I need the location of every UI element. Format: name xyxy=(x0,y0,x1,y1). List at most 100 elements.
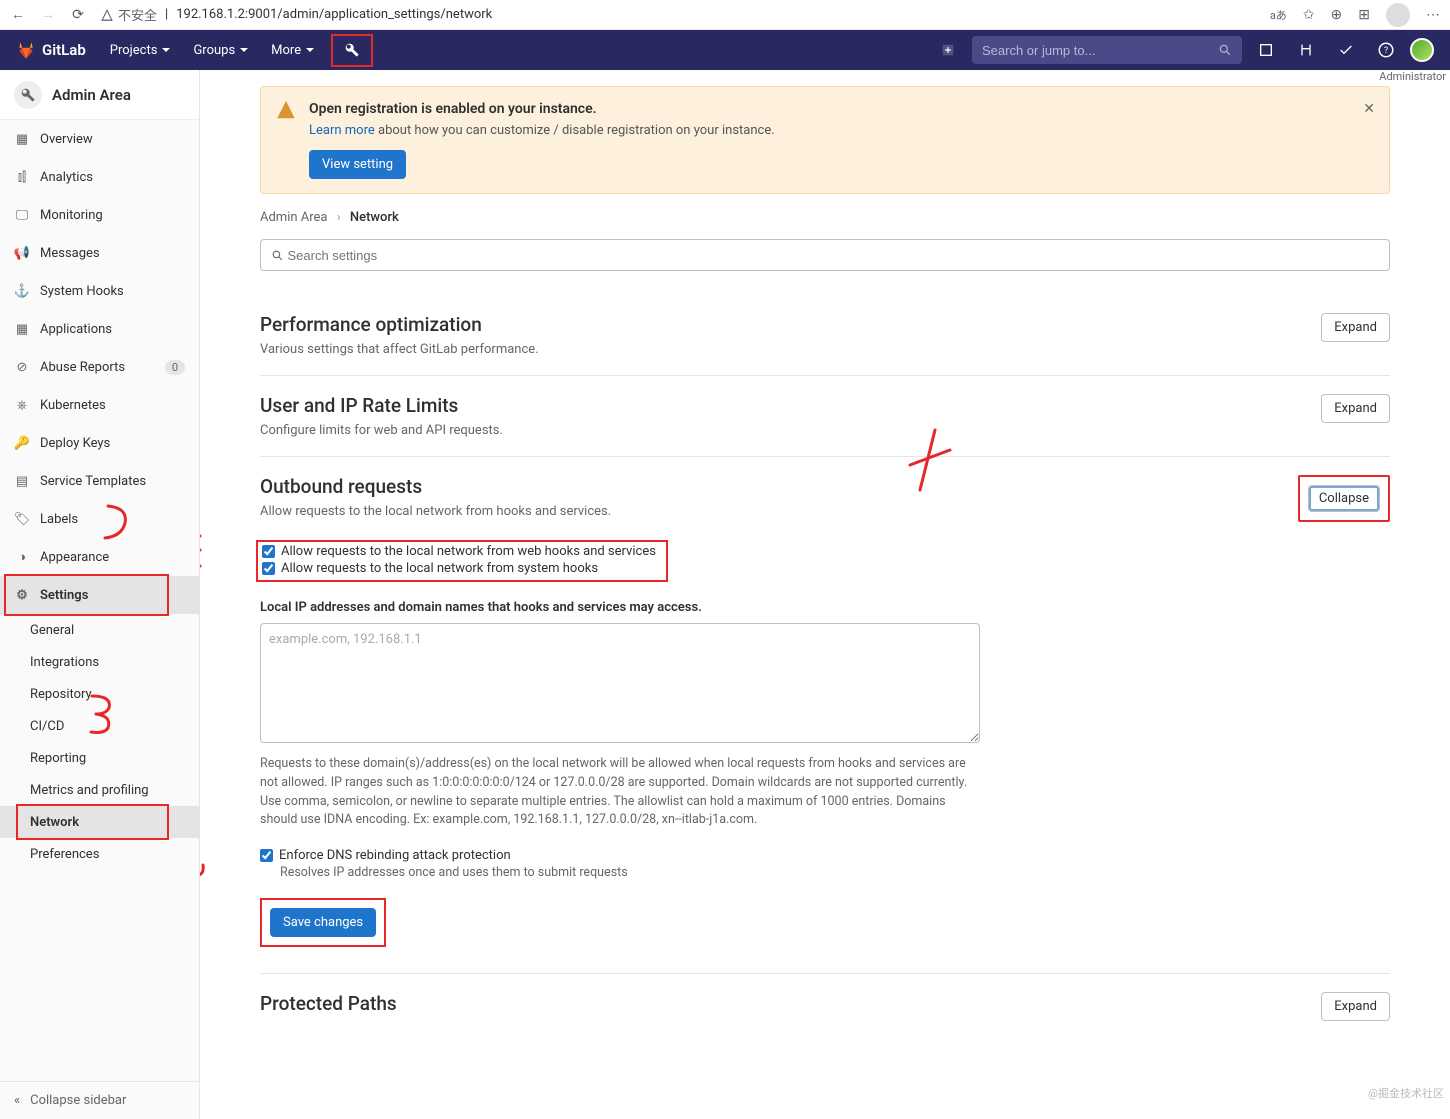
dns-rebinding-label: Enforce DNS rebinding attack protection xyxy=(279,848,511,863)
nav-projects[interactable]: Projects xyxy=(100,30,182,70)
sidebar-item-overview[interactable]: ▦Overview xyxy=(0,120,199,158)
help-icon[interactable]: ? xyxy=(1370,34,1402,66)
section-performance: Performance optimization Various setting… xyxy=(260,295,1390,376)
expand-protected-paths-button[interactable]: Expand xyxy=(1321,992,1390,1021)
allowlist-textarea[interactable] xyxy=(260,623,980,743)
profile-avatar[interactable] xyxy=(1386,3,1410,27)
learn-more-link[interactable]: Learn more xyxy=(309,123,375,138)
back-button[interactable]: ← xyxy=(10,7,26,23)
brand-link[interactable]: GitLab xyxy=(16,40,86,60)
sidebar-item-kubernetes[interactable]: ⎈Kubernetes xyxy=(0,386,199,424)
section-protected-paths: Protected Paths Expand xyxy=(260,974,1390,1039)
chevron-right-icon: › xyxy=(337,210,341,225)
sidebar-sub-reporting[interactable]: Reporting xyxy=(0,742,199,774)
sidebar-title: Admin Area xyxy=(52,86,131,104)
collapse-annotation-box: Collapse xyxy=(1298,475,1390,522)
admin-wrench-button[interactable] xyxy=(331,34,373,67)
save-annotation-box: Save changes xyxy=(260,898,386,947)
view-setting-button[interactable]: View setting xyxy=(309,150,406,179)
sidebar-header[interactable]: Admin Area xyxy=(0,70,199,120)
search-icon xyxy=(1218,43,1232,57)
section-desc: Allow requests to the local network from… xyxy=(260,504,1298,519)
apps-icon: ▦ xyxy=(14,321,30,337)
nav-groups[interactable]: Groups xyxy=(183,30,259,70)
sidebar-item-analytics[interactable]: ⫾⫿Analytics xyxy=(0,158,199,196)
sidebar-item-applications[interactable]: ▦Applications xyxy=(0,310,199,348)
breadcrumb-current: Network xyxy=(350,210,399,225)
admin-sidebar: Admin Area ▦Overview ⫾⫿Analytics 🖵Monito… xyxy=(0,70,200,1119)
address-bar[interactable]: 不安全 | 192.168.1.2:9001/admin/application… xyxy=(100,5,1256,24)
sidebar-item-system-hooks[interactable]: ⚓System Hooks xyxy=(0,272,199,310)
sidebar-sub-cicd[interactable]: CI/CD xyxy=(0,710,199,742)
warning-icon xyxy=(277,101,295,119)
alert-title: Open registration is enabled on your ins… xyxy=(309,101,597,117)
alert-close-button[interactable]: ✕ xyxy=(1363,101,1375,117)
collections-icon[interactable]: ⊕ xyxy=(1331,7,1343,23)
reload-button[interactable]: ⟳ xyxy=(70,7,86,23)
section-title: Outbound requests xyxy=(260,475,1298,498)
sidebar-sub-repository[interactable]: Repository xyxy=(0,678,199,710)
chevron-left-icon: « xyxy=(14,1093,20,1108)
browser-toolbar: ← → ⟳ 不安全 | 192.168.1.2:9001/admin/appli… xyxy=(0,0,1450,30)
allowlist-label: Local IP addresses and domain names that… xyxy=(260,600,980,615)
wrench-icon xyxy=(20,87,36,103)
gitlab-topbar: GitLab Projects Groups More ? Administra… xyxy=(0,30,1450,70)
expand-rate-limits-button[interactable]: Expand xyxy=(1321,394,1390,423)
collapse-outbound-button[interactable]: Collapse xyxy=(1308,485,1380,512)
sidebar-item-service-templates[interactable]: ▤Service Templates xyxy=(0,462,199,500)
global-search[interactable] xyxy=(972,36,1242,64)
sidebar-item-labels[interactable]: 🏷Labels xyxy=(0,500,199,538)
sidebar-item-deploy-keys[interactable]: 🔑Deploy Keys xyxy=(0,424,199,462)
collapse-sidebar-button[interactable]: «Collapse sidebar xyxy=(0,1081,199,1119)
sidebar-item-monitoring[interactable]: 🖵Monitoring xyxy=(0,196,199,234)
section-title: Performance optimization xyxy=(260,313,1301,336)
nav-more[interactable]: More xyxy=(261,30,325,70)
allow-webhooks-checkbox[interactable] xyxy=(262,545,275,558)
user-avatar[interactable] xyxy=(1410,38,1434,62)
extensions-icon[interactable]: ⊞ xyxy=(1358,7,1370,23)
allow-system-hooks-label: Allow requests to the local network from… xyxy=(281,561,598,576)
dns-rebinding-checkbox[interactable] xyxy=(260,849,273,862)
search-settings-input[interactable] xyxy=(287,248,1379,263)
sidebar-item-settings[interactable]: ⚙Settings xyxy=(0,576,199,614)
sidebar-item-appearance[interactable]: ◑Appearance xyxy=(0,538,199,576)
section-title: Protected Paths xyxy=(260,992,1301,1015)
search-settings-box[interactable] xyxy=(260,239,1390,271)
search-input[interactable] xyxy=(982,43,1218,58)
merge-requests-icon[interactable] xyxy=(1290,34,1322,66)
new-dropdown[interactable] xyxy=(932,34,964,66)
appearance-icon: ◑ xyxy=(14,549,30,565)
sidebar-sub-metrics[interactable]: Metrics and profiling xyxy=(0,774,199,806)
watermark: @掘金技术社区 xyxy=(1368,1085,1444,1101)
gitlab-logo-icon xyxy=(16,40,36,60)
issues-icon[interactable] xyxy=(1250,34,1282,66)
tag-icon: 🏷 xyxy=(14,511,30,527)
breadcrumb-root[interactable]: Admin Area xyxy=(260,210,328,225)
allow-system-hooks-checkbox[interactable] xyxy=(262,562,275,575)
broadcast-icon: 📢 xyxy=(14,245,30,261)
forward-button[interactable]: → xyxy=(40,7,56,23)
expand-performance-button[interactable]: Expand xyxy=(1321,313,1390,342)
more-icon[interactable]: ⋯ xyxy=(1426,7,1440,23)
sidebar-sub-preferences[interactable]: Preferences xyxy=(0,838,199,870)
save-changes-button[interactable]: Save changes xyxy=(270,908,376,937)
wrench-icon xyxy=(344,42,360,58)
alert-text: about how you can customize / disable re… xyxy=(375,123,775,138)
sidebar-sub-integrations[interactable]: Integrations xyxy=(0,646,199,678)
main-content: Open registration is enabled on your ins… xyxy=(200,70,1450,1119)
sidebar-item-messages[interactable]: 📢Messages xyxy=(0,234,199,272)
svg-text:?: ? xyxy=(1384,46,1388,56)
chart-icon: ⫾⫿ xyxy=(14,169,30,185)
sidebar-sub-network[interactable]: Network xyxy=(0,806,199,838)
breadcrumb: Admin Area › Network xyxy=(260,210,1390,225)
allowlist-help: Requests to these domain(s)/address(es) … xyxy=(260,755,980,830)
insecure-badge: 不安全 xyxy=(100,5,157,24)
translate-icon[interactable]: aあ xyxy=(1270,7,1287,23)
sidebar-sub-general[interactable]: General xyxy=(0,614,199,646)
todos-icon[interactable] xyxy=(1330,34,1362,66)
favorite-icon[interactable]: ✩ xyxy=(1303,7,1315,23)
sidebar-item-abuse-reports[interactable]: ⊘Abuse Reports0 xyxy=(0,348,199,386)
abuse-icon: ⊘ xyxy=(14,359,30,375)
section-outbound: Outbound requests Allow requests to the … xyxy=(260,457,1390,974)
section-title: User and IP Rate Limits xyxy=(260,394,1301,417)
